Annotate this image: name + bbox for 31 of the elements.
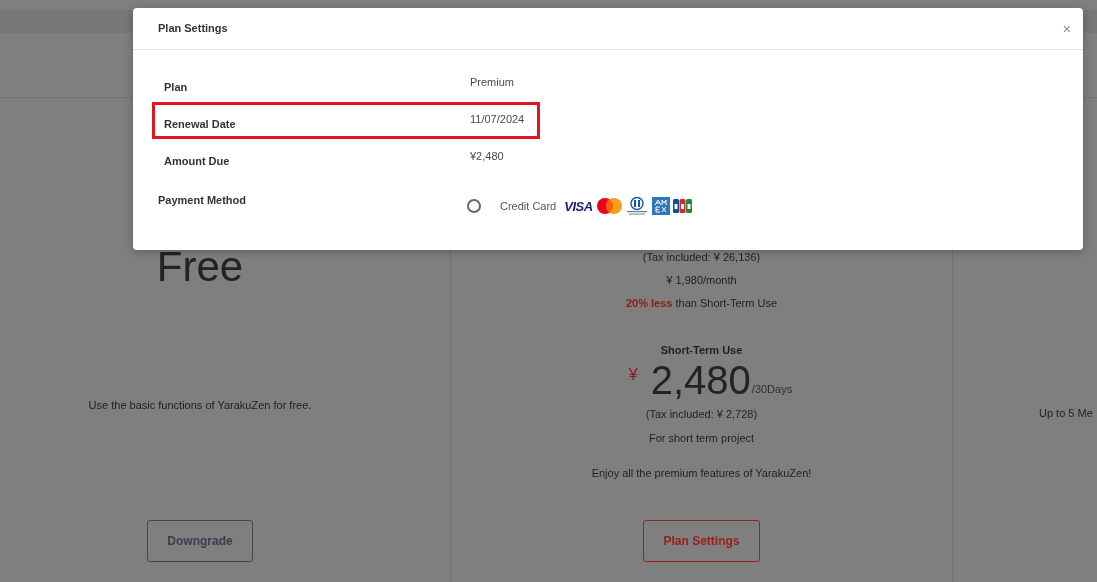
plan-description: Up to 5 Me [1039, 406, 1094, 420]
radio-button[interactable] [467, 199, 481, 213]
plan-price: Free [156, 250, 244, 284]
tax-note: (Tax included: ¥ 2,728) [645, 407, 758, 421]
price-period: /30Days [751, 383, 793, 396]
plan-price: 2,480 [650, 361, 751, 399]
radio-label: Credit Card [500, 199, 557, 213]
field-value: Premium [470, 75, 514, 89]
field-value: ¥2,480 [470, 149, 504, 163]
jcb-logo-icon [672, 199, 692, 213]
amex-logo-icon [651, 197, 670, 215]
tax-note: (Tax included: ¥ 26,136) [642, 250, 761, 264]
visa-logo: VISA [564, 199, 593, 213]
diners-club-logo-icon [625, 197, 648, 215]
mastercard-logo-icon [596, 198, 622, 214]
plan-description: Use the basic functions of YarakuZen for free. [88, 398, 312, 412]
dialog-title: Plan Settings [158, 21, 228, 37]
field-label: Plan [163, 80, 189, 94]
plan-action-button[interactable]: Downgrade [147, 520, 253, 562]
field-label: Payment Method [158, 193, 247, 207]
field-value: 11/07/2024 [470, 112, 525, 126]
close-button[interactable]: × [1060, 21, 1073, 36]
field-label: Renewal Date [163, 117, 237, 131]
currency-sign: ¥ [628, 366, 638, 384]
plan-action-button[interactable]: Plan Settings [643, 520, 760, 562]
field-label: Amount Due [163, 154, 231, 168]
monthly-price: ¥ 1,980/month [666, 273, 737, 287]
option-note: For short term project [648, 431, 755, 445]
plan-description: Enjoy all the premium features of YarakuZen! [591, 466, 812, 480]
option-title: Short-Term Use [660, 343, 743, 357]
discount-note: 20% less than Short-Term Use [626, 296, 777, 310]
